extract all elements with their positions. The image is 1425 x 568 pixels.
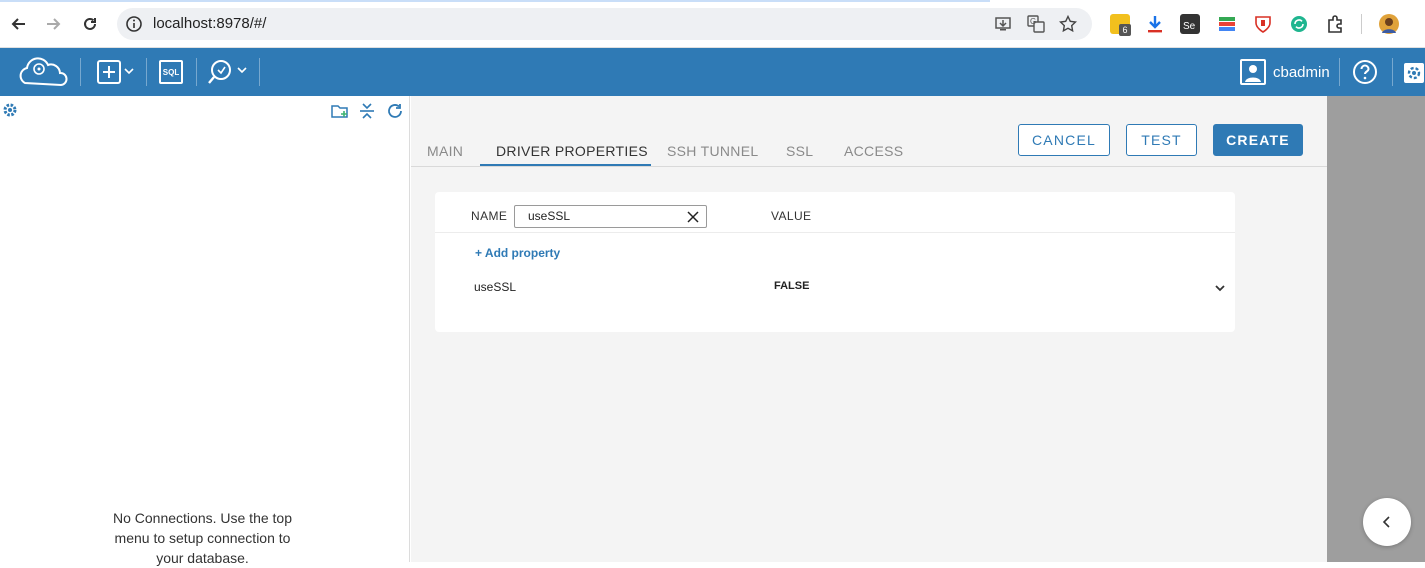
chevron-down-icon[interactable] bbox=[1213, 281, 1227, 293]
header-divider bbox=[80, 58, 81, 86]
header-divider bbox=[1339, 58, 1340, 86]
navigator-panel: No Connections. Use the top menu to setu… bbox=[0, 96, 410, 566]
tab-access[interactable]: ACCESS bbox=[844, 143, 903, 159]
sql-icon: SQL bbox=[159, 60, 183, 84]
form-tabs: MAIN DRIVER PROPERTIES SSH TUNNEL SSL AC… bbox=[411, 96, 1327, 167]
app-header: SQL cbadmin bbox=[0, 48, 1425, 96]
add-property-button[interactable]: + Add property bbox=[475, 246, 560, 260]
clear-filter-icon[interactable] bbox=[686, 210, 700, 224]
extension-notes-icon[interactable]: 6 bbox=[1110, 14, 1131, 36]
shield-extension-icon[interactable] bbox=[1253, 14, 1273, 34]
active-tab-indicator bbox=[480, 164, 651, 166]
svg-text:G: G bbox=[1030, 17, 1036, 26]
sync-extension-icon[interactable] bbox=[1289, 14, 1309, 34]
collapse-all-icon[interactable] bbox=[358, 102, 376, 120]
bookmark-star-icon[interactable] bbox=[1058, 14, 1078, 33]
download-icon[interactable] bbox=[1145, 14, 1165, 34]
tools-menu[interactable] bbox=[204, 48, 252, 96]
header-divider bbox=[146, 58, 147, 86]
site-info-icon[interactable] bbox=[125, 15, 143, 33]
sql-editor-button[interactable]: SQL bbox=[153, 48, 189, 96]
reload-icon[interactable] bbox=[79, 13, 101, 35]
header-divider bbox=[259, 58, 260, 86]
svg-text:Se: Se bbox=[1183, 21, 1196, 32]
help-icon[interactable] bbox=[1350, 48, 1380, 96]
user-icon[interactable] bbox=[1240, 48, 1266, 96]
property-value-select[interactable]: FALSE bbox=[774, 280, 809, 292]
name-column-header: NAME bbox=[471, 209, 508, 223]
create-button[interactable]: CREATE bbox=[1213, 124, 1303, 156]
test-button[interactable]: TEST bbox=[1126, 124, 1197, 156]
translate-icon[interactable]: G bbox=[1027, 15, 1045, 33]
cloudbeaver-logo[interactable] bbox=[14, 48, 70, 96]
chevron-left-icon bbox=[1382, 516, 1390, 528]
selenium-icon[interactable]: Se bbox=[1180, 14, 1200, 34]
navigator-settings-gear-icon[interactable] bbox=[2, 102, 20, 120]
property-name: useSSL bbox=[474, 280, 517, 294]
stack-extension-icon[interactable] bbox=[1217, 14, 1237, 34]
empty-navigator-message: No Connections. Use the top menu to setu… bbox=[113, 510, 292, 566]
extensions-puzzle-icon[interactable] bbox=[1325, 14, 1345, 34]
properties-header: NAME VALUE bbox=[435, 192, 1235, 233]
property-filter-input[interactable] bbox=[528, 209, 678, 223]
header-divider bbox=[196, 58, 197, 86]
address-url: localhost:8978/#/ bbox=[153, 15, 267, 32]
header-divider bbox=[1392, 58, 1393, 86]
tab-main[interactable]: MAIN bbox=[427, 143, 463, 159]
new-folder-icon[interactable] bbox=[331, 102, 349, 120]
profile-avatar[interactable] bbox=[1379, 14, 1399, 34]
property-filter-field[interactable] bbox=[514, 205, 707, 228]
new-connection-menu[interactable] bbox=[90, 48, 138, 96]
forward-icon[interactable] bbox=[43, 13, 65, 35]
collapse-panel-button[interactable] bbox=[1363, 498, 1411, 546]
settings-icon[interactable] bbox=[1401, 48, 1425, 96]
connection-form: MAIN DRIVER PROPERTIES SSH TUNNEL SSL AC… bbox=[411, 96, 1327, 562]
cancel-button[interactable]: CANCEL bbox=[1018, 124, 1110, 156]
tab-ssl[interactable]: SSL bbox=[786, 143, 813, 159]
driver-properties-table: NAME VALUE + Add property useSSL FALSE bbox=[435, 192, 1235, 332]
extension-badge: 6 bbox=[1119, 24, 1131, 36]
address-bar[interactable]: localhost:8978/#/ G bbox=[117, 8, 1092, 40]
user-name[interactable]: cbadmin bbox=[1273, 64, 1330, 81]
tab-ssh-tunnel[interactable]: SSH TUNNEL bbox=[667, 143, 758, 159]
install-app-icon[interactable] bbox=[995, 15, 1013, 33]
page-load-progress bbox=[0, 0, 990, 2]
refresh-icon[interactable] bbox=[386, 102, 404, 120]
back-icon[interactable] bbox=[7, 13, 29, 35]
toolbar-divider bbox=[1361, 14, 1362, 34]
browser-toolbar: localhost:8978/#/ G 6 Se bbox=[0, 0, 1425, 48]
value-column-header: VALUE bbox=[771, 209, 812, 223]
right-side-panel bbox=[1327, 96, 1425, 562]
tab-driver-properties[interactable]: DRIVER PROPERTIES bbox=[496, 143, 648, 159]
